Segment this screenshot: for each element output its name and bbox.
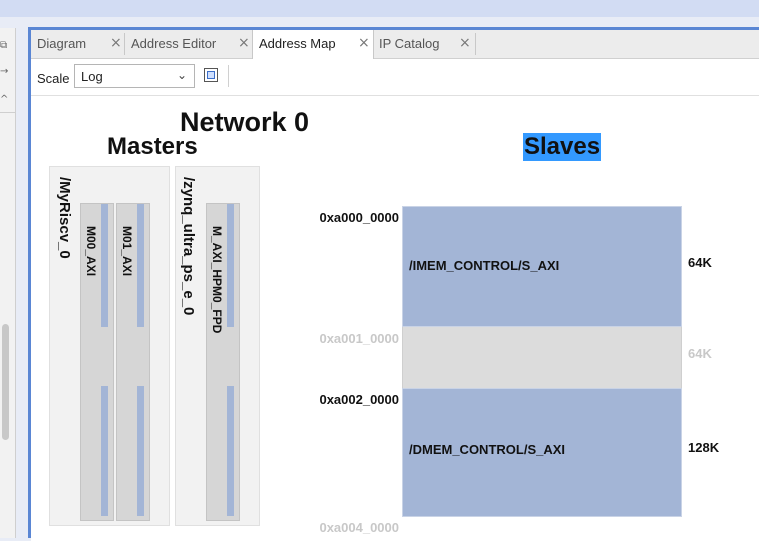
master-name: /MyRiscv_0 [56, 177, 73, 259]
interface-name: M_AXI_HPM0_FPD [210, 226, 224, 334]
interface-name: M01_AXI [120, 226, 134, 277]
left-side-panel: ⧉ → ^ [0, 28, 16, 538]
network-title: Network 0 [180, 107, 310, 137]
fit-view-icon [207, 71, 215, 79]
slave-segment-dmem[interactable]: /DMEM_CONTROL/S_AXI [402, 388, 682, 517]
interface-range-bar [227, 386, 234, 516]
scale-label: Scale [37, 71, 70, 86]
segment-size: 64K [688, 255, 712, 270]
masters-title: Masters [107, 133, 198, 160]
tab-label: Address Editor [131, 36, 217, 51]
panel-restore-icon[interactable]: ⧉ [0, 40, 7, 51]
slave-segment-imem[interactable]: /IMEM_CONTROL/S_AXI [402, 206, 682, 327]
editor-tab-bar: Diagram × Address Editor × Address Map ×… [31, 30, 759, 59]
scale-value: Log [81, 69, 103, 84]
close-icon[interactable]: × [238, 35, 250, 51]
master-interface-m00[interactable]: M00_AXI [80, 203, 114, 521]
segment-name: /IMEM_CONTROL/S_AXI [409, 258, 560, 273]
tab-address-map[interactable]: Address Map × [252, 30, 374, 59]
panel-divider [0, 112, 15, 113]
interface-range-bar [227, 204, 234, 327]
address-label: 0xa001_0000 [319, 331, 399, 346]
chevron-down-icon: ⌄ [176, 68, 187, 82]
interface-range-bar [137, 386, 144, 516]
interface-range-bar [101, 204, 108, 327]
address-label: 0xa004_0000 [319, 520, 399, 535]
master-interface-m01[interactable]: M01_AXI [116, 203, 150, 521]
panel-collapse-icon[interactable]: → [0, 66, 8, 77]
left-panel-scrollbar[interactable] [2, 324, 9, 440]
close-icon[interactable]: × [459, 35, 471, 51]
unmapped-segment[interactable] [402, 327, 682, 388]
scale-dropdown[interactable]: Log ⌄ [74, 64, 195, 88]
segment-name: /DMEM_CONTROL/S_AXI [409, 442, 566, 457]
segment-size: 128K [688, 440, 720, 455]
window-top-strip [0, 0, 759, 17]
address-map-panel: Diagram × Address Editor × Address Map ×… [28, 27, 759, 541]
fit-view-button[interactable] [204, 68, 218, 82]
address-label: 0xa002_0000 [319, 392, 399, 407]
master-block-zynq[interactable]: /zynq_ultra_ps_e_0 M_AXI_HPM0_FPD [175, 166, 260, 526]
tab-address-editor[interactable]: Address Editor × [125, 30, 252, 58]
close-icon[interactable]: × [110, 35, 122, 51]
toolbar-divider [228, 65, 229, 87]
tab-diagram[interactable]: Diagram × [31, 30, 124, 58]
address-label: 0xa000_0000 [319, 210, 399, 225]
slaves-title: Slaves [523, 133, 602, 161]
tab-label: Diagram [37, 36, 87, 51]
master-interface-hpm0[interactable]: M_AXI_HPM0_FPD [206, 203, 240, 521]
address-map-toolbar: Scale Log ⌄ [31, 59, 759, 96]
master-name: /zynq_ultra_ps_e_0 [180, 177, 197, 316]
tab-label: Address Map [259, 36, 336, 51]
segment-size: 64K [688, 346, 712, 361]
interface-name: M00_AXI [84, 226, 98, 277]
interface-range-bar [101, 386, 108, 516]
tab-divider [475, 33, 476, 55]
tab-label: IP Catalog [379, 36, 440, 51]
scroll-up-icon[interactable]: ^ [0, 94, 8, 105]
interface-range-bar [137, 204, 144, 327]
tab-ip-catalog[interactable]: IP Catalog × [373, 30, 475, 58]
address-map-canvas[interactable]: Network 0 Masters Slaves /MyRiscv_0 M00_… [31, 96, 759, 541]
master-block-myriscv[interactable]: /MyRiscv_0 M00_AXI M01_AXI [49, 166, 170, 526]
close-icon[interactable]: × [358, 35, 370, 51]
